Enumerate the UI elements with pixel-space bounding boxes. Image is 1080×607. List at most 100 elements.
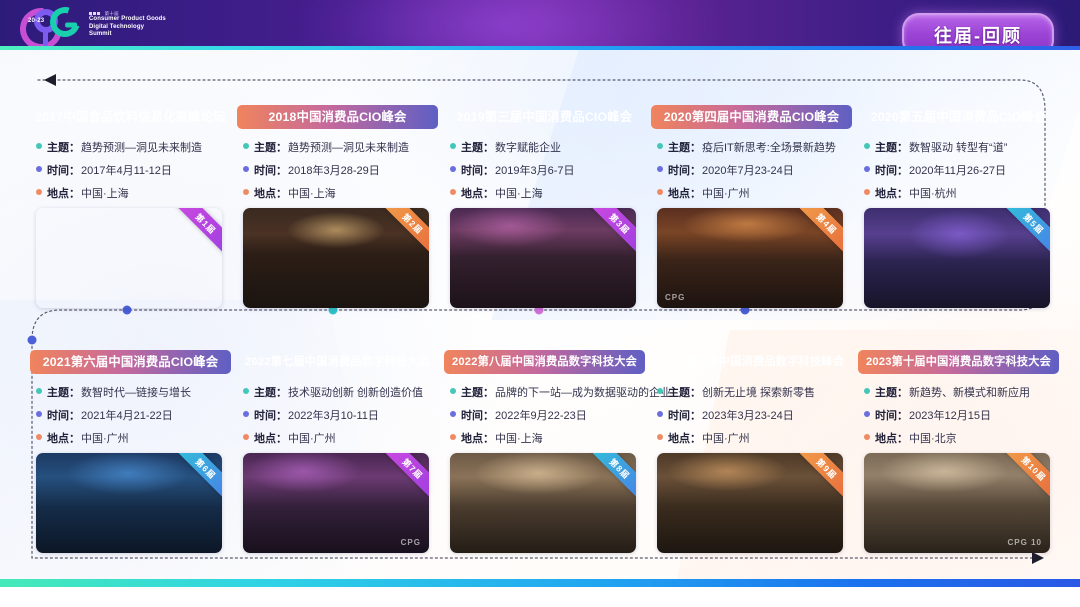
bullet-dot-icon xyxy=(657,411,663,417)
topic-value: 数字赋能企业 xyxy=(495,142,561,154)
topic-label: 主题： xyxy=(461,142,494,154)
topic-label: 主题： xyxy=(875,387,908,399)
topic-value: 新趋势、新模式和新应用 xyxy=(909,387,1030,399)
event-title: 2019第三届中国消费品CIO峰会 xyxy=(456,110,633,124)
event-card[interactable]: 2022第七届中国消费品数字科技大会 主题： 技术驱动创新 创新创造价值 时间：… xyxy=(237,350,438,561)
event-photo[interactable]: 第2届 xyxy=(243,208,429,308)
time-value: 2018年3月28-29日 xyxy=(288,165,380,177)
bullet-dot-icon xyxy=(36,388,42,394)
brand-logo[interactable]: 20-23 第十届 Consumer Product Goods Digital… xyxy=(11,0,166,50)
event-time-line: 时间： 2022年3月10-11日 xyxy=(243,407,434,423)
event-time-line: 时间： 2017年4月11-12日 xyxy=(36,162,227,178)
bullet-dot-icon xyxy=(450,189,456,195)
event-details: 主题： 疫后IT新思考:全场景新趋势 时间： 2020年7月23-24日 地点：… xyxy=(651,129,852,316)
time-label: 时间： xyxy=(668,165,701,177)
place-label: 地点： xyxy=(254,433,287,445)
bullet-dot-icon xyxy=(864,388,870,394)
time-value: 2023年3月23-24日 xyxy=(702,410,794,422)
bullet-dot-icon xyxy=(450,143,456,149)
bullet-dot-icon xyxy=(36,189,42,195)
event-title: 2020第四届中国消费品CIO峰会 xyxy=(651,105,852,129)
event-time-line: 时间： 2023年12月15日 xyxy=(864,407,1055,423)
event-card[interactable]: 2018中国消费品CIO峰会 主题： 趋势预测—洞见未来制造 时间： 2018年… xyxy=(237,105,438,316)
topic-value: 疫后IT新思考:全场景新趋势 xyxy=(702,142,836,154)
event-details: 主题： 新趋势、新模式和新应用 时间： 2023年12月15日 地点： 中国·北… xyxy=(858,374,1059,561)
bullet-dot-icon xyxy=(450,434,456,440)
event-photo[interactable]: 第7届 CPG xyxy=(243,453,429,553)
timeline-row-1: 2017中国食品饮料信息化高峰论坛 主题： 趋势预测—洞见未来制造 时间： 20… xyxy=(30,105,1059,316)
place-value: 中国·北京 xyxy=(909,433,957,445)
time-label: 时间： xyxy=(875,165,908,177)
topic-label: 主题： xyxy=(47,142,80,154)
place-label: 地点： xyxy=(875,433,908,445)
bullet-dot-icon xyxy=(36,411,42,417)
event-topic-line: 主题： 趋势预测—洞见未来制造 xyxy=(36,139,227,155)
topic-value: 趋势预测—洞见未来制造 xyxy=(81,142,202,154)
bullet-dot-icon xyxy=(36,166,42,172)
topic-value: 数智时代—链接与增长 xyxy=(81,387,191,399)
event-topic-line: 主题： 疫后IT新思考:全场景新趋势 xyxy=(657,139,848,155)
event-time-line: 时间： 2020年7月23-24日 xyxy=(657,162,848,178)
bullet-dot-icon xyxy=(450,388,456,394)
logo-en-line-3: Summit xyxy=(89,30,112,37)
bullet-dot-icon xyxy=(243,143,249,149)
topic-label: 主题： xyxy=(47,387,80,399)
event-details: 主题： 技术驱动创新 创新创造价值 时间： 2022年3月10-11日 地点： … xyxy=(237,374,438,561)
place-value: 中国·上海 xyxy=(81,188,129,200)
topic-value: 技术驱动创新 创新创造价值 xyxy=(288,387,424,399)
event-photo[interactable]: 第5届 xyxy=(864,208,1050,308)
event-title: 2023第十届中国消费品数字科技大会 xyxy=(858,350,1059,374)
time-label: 时间： xyxy=(254,165,287,177)
event-card[interactable]: 2023第十届中国消费品数字科技大会 主题： 新趋势、新模式和新应用 时间： 2… xyxy=(858,350,1059,561)
place-value: 中国·广州 xyxy=(288,433,336,445)
content-stage: 2017中国食品饮料信息化高峰论坛 主题： 趋势预测—洞见未来制造 时间： 20… xyxy=(0,50,1080,587)
time-value: 2017年4月11-12日 xyxy=(81,165,172,177)
event-card[interactable]: 2021第六届中国消费品CIO峰会 主题： 数智时代—链接与增长 时间： 202… xyxy=(30,350,231,561)
logo-en-line-1: Consumer Product Goods xyxy=(89,16,166,23)
bullet-dot-icon xyxy=(36,143,42,149)
event-topic-line: 主题： 技术驱动创新 创新创造价值 xyxy=(243,384,434,400)
event-details: 主题： 趋势预测—洞见未来制造 时间： 2018年3月28-29日 地点： 中国… xyxy=(237,129,438,316)
place-value: 中国·上海 xyxy=(495,188,543,200)
time-label: 时间： xyxy=(875,410,908,422)
event-title: 2018中国消费品CIO峰会 xyxy=(237,105,438,129)
event-photo[interactable]: 第6届 xyxy=(36,453,222,553)
event-card[interactable]: 2022第八届中国消费品数字科技大会 主题： 品牌的下一站—成为数据驱动的企业 … xyxy=(444,350,671,561)
event-time-line: 时间： 2020年11月26-27日 xyxy=(864,162,1055,178)
time-label: 时间： xyxy=(461,410,494,422)
logo-en-line-2: Digital Technology xyxy=(89,23,145,30)
time-label: 时间： xyxy=(254,410,287,422)
event-photo[interactable]: 第4届 CPG xyxy=(657,208,843,308)
event-time-line: 时间： 2023年3月23-24日 xyxy=(657,407,848,423)
event-card[interactable]: 2020第四届中国消费品CIO峰会 主题： 疫后IT新思考:全场景新趋势 时间：… xyxy=(651,105,852,316)
time-value: 2022年3月10-11日 xyxy=(288,410,379,422)
topic-label: 主题： xyxy=(668,387,701,399)
cpg-logo-icon: 20-23 xyxy=(11,0,86,50)
event-card[interactable]: 2019第三届中国消费品CIO峰会 主题： 数字赋能企业 时间： 2019年3月… xyxy=(444,105,645,316)
event-place-line: 地点： 中国·杭州 xyxy=(864,185,1055,201)
event-topic-line: 主题： 数字赋能企业 xyxy=(450,139,641,155)
event-photo[interactable]: 第8届 xyxy=(450,453,636,553)
place-value: 中国·杭州 xyxy=(909,188,957,200)
time-label: 时间： xyxy=(47,410,80,422)
event-time-line: 时间： 2018年3月28-29日 xyxy=(243,162,434,178)
event-card[interactable]: 2020第五届中国消费品CIO峰会 主题： 数智驱动 转型有“道” 时间： 20… xyxy=(858,105,1059,316)
place-value: 中国·广州 xyxy=(81,433,129,445)
bullet-dot-icon xyxy=(864,411,870,417)
event-card[interactable]: 2017中国食品饮料信息化高峰论坛 主题： 趋势预测—洞见未来制造 时间： 20… xyxy=(30,105,231,316)
place-label: 地点： xyxy=(47,433,80,445)
photo-watermark: CPG xyxy=(665,293,686,302)
time-value: 2021年4月21-22日 xyxy=(81,410,173,422)
event-photo[interactable]: 第9届 xyxy=(657,453,843,553)
event-photo[interactable]: 第3届 xyxy=(450,208,636,308)
bullet-dot-icon xyxy=(243,166,249,172)
event-card[interactable]: 2023第九届中国消费品数字科技峰会 主题： 创新无止境 探索新零售 时间： 2… xyxy=(651,350,852,561)
topic-label: 主题： xyxy=(668,142,701,154)
bullet-dot-icon xyxy=(243,434,249,440)
event-details: 主题： 数智时代—链接与增长 时间： 2021年4月21-22日 地点： 中国·… xyxy=(30,374,231,561)
time-value: 2022年9月22-23日 xyxy=(495,410,587,422)
event-photo[interactable]: 第10届 CPG 10 xyxy=(864,453,1050,553)
bullet-dot-icon xyxy=(450,411,456,417)
event-title: 2022第八届中国消费品数字科技大会 xyxy=(444,350,645,374)
event-photo[interactable]: 第1届 xyxy=(36,208,222,308)
